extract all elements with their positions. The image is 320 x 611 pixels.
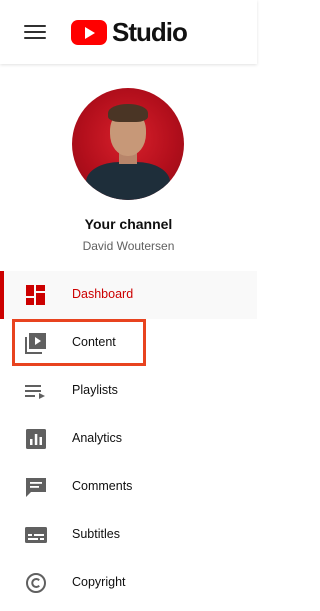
- sidebar-item-comments[interactable]: Comments: [0, 463, 257, 511]
- logo-text: Studio: [112, 16, 188, 47]
- content-icon: [25, 333, 46, 354]
- sidebar-item-label: Comments: [72, 479, 133, 493]
- channel-avatar[interactable]: [72, 88, 184, 200]
- sidebar-item-label: Content: [72, 335, 116, 349]
- sidebar-item-label: Analytics: [72, 431, 123, 445]
- analytics-icon: [26, 429, 46, 449]
- sidebar-item-label: Copyright: [72, 575, 126, 589]
- sidebar-item-label: Subtitles: [72, 527, 120, 541]
- comments-icon: [26, 478, 46, 497]
- channel-title: Your channel: [84, 216, 173, 232]
- sidebar-item-analytics[interactable]: Analytics: [0, 415, 257, 463]
- youtube-play-icon: [71, 19, 107, 45]
- playlists-icon: [25, 385, 45, 399]
- sidebar-item-copyright[interactable]: Copyright: [0, 559, 257, 607]
- hamburger-menu-icon[interactable]: [24, 22, 46, 42]
- sidebar-item-playlists[interactable]: Playlists: [0, 367, 257, 415]
- channel-section: Your channel David Woutersen: [0, 64, 257, 268]
- sidebar-item-subtitles[interactable]: Subtitles: [0, 511, 257, 559]
- sidebar-item-label: Dashboard: [72, 287, 134, 301]
- channel-owner-name: David Woutersen: [82, 239, 175, 253]
- top-bar: Studio: [0, 0, 257, 64]
- dashboard-icon: [26, 285, 45, 305]
- sidebar-nav: Dashboard Content Playlists Analytics Co…: [0, 271, 257, 607]
- sidebar-item-dashboard[interactable]: Dashboard: [0, 271, 257, 319]
- sidebar-item-label: Playlists: [72, 383, 118, 397]
- sidebar-item-content[interactable]: Content: [0, 319, 257, 367]
- copyright-icon: [26, 573, 46, 593]
- subtitles-icon: [25, 527, 47, 543]
- youtube-studio-logo[interactable]: Studio: [71, 16, 188, 47]
